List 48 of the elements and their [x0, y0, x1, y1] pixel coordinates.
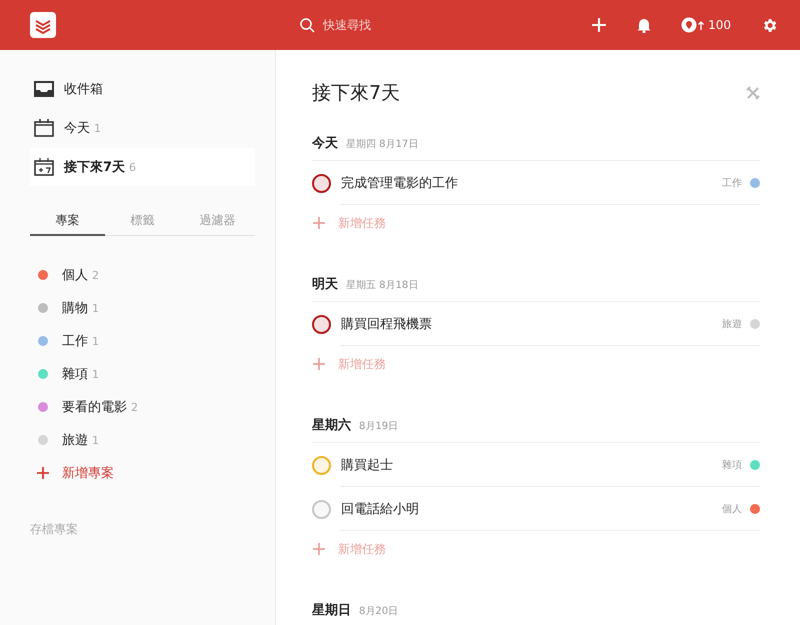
task-row[interactable]: 購買起士 雜項: [312, 443, 760, 487]
calendar-icon: [34, 119, 54, 137]
inbox-icon: [34, 80, 54, 98]
day-heading: 星期六: [312, 416, 351, 434]
project-item[interactable]: 購物 1: [30, 291, 255, 324]
day-date: 8月19日: [359, 420, 398, 433]
task-checkbox[interactable]: [312, 314, 331, 334]
karma-button[interactable]: 100: [681, 17, 731, 33]
task-checkbox[interactable]: [312, 456, 331, 474]
project-label: 個人: [722, 503, 742, 516]
day-date: 8月20日: [359, 605, 398, 618]
task-row[interactable]: 購買回程飛機票 旅遊: [312, 302, 760, 346]
day-heading: 今天: [312, 135, 338, 152]
project-item[interactable]: 雜項 1: [30, 357, 255, 390]
task-row[interactable]: 回電話給小明 個人: [312, 487, 760, 531]
task-row[interactable]: 完成管理電影的工作 工作: [312, 161, 760, 205]
settings-icon: [761, 16, 778, 34]
sidebar-item[interactable]: 收件箱: [30, 70, 255, 108]
sidebar-item[interactable]: 今天 1: [30, 109, 255, 147]
project-label: 工作: [722, 177, 742, 190]
search-icon: [300, 18, 315, 32]
sidebar-item[interactable]: 接下來7天 6: [30, 148, 255, 186]
calendar-plus-seven-icon: [34, 158, 54, 176]
karma-icon: [681, 17, 706, 33]
bell-icon: [637, 17, 652, 33]
task-checkbox[interactable]: [312, 174, 331, 192]
day-heading: 明天: [312, 276, 338, 293]
day-date: 星期五 8月18日: [346, 278, 418, 292]
day-date: 星期四 8月17日: [346, 138, 418, 151]
plus-icon: [312, 357, 326, 371]
project-item[interactable]: 旅遊 1: [30, 423, 255, 456]
add-button[interactable]: [591, 17, 608, 33]
app-logo-icon[interactable]: [30, 12, 56, 38]
sidebar-tab[interactable]: 專案: [30, 206, 105, 236]
plus-icon: [312, 542, 326, 556]
notifications-button[interactable]: [637, 17, 652, 33]
project-item[interactable]: 個人 2: [30, 258, 255, 291]
project-label: 雜項: [722, 458, 742, 472]
plus-icon: [591, 17, 608, 33]
page-title: 接下來7天: [312, 81, 400, 106]
plus-icon: [36, 466, 50, 480]
project-item[interactable]: 工作 1: [30, 324, 255, 357]
project-item[interactable]: 要看的電影 2: [30, 390, 255, 423]
add-project-button[interactable]: 新增專案: [30, 456, 255, 489]
project-label: 旅遊: [722, 318, 742, 331]
day-heading: 星期日: [312, 602, 351, 619]
settings-button[interactable]: [761, 16, 778, 34]
plus-icon: [312, 216, 326, 230]
